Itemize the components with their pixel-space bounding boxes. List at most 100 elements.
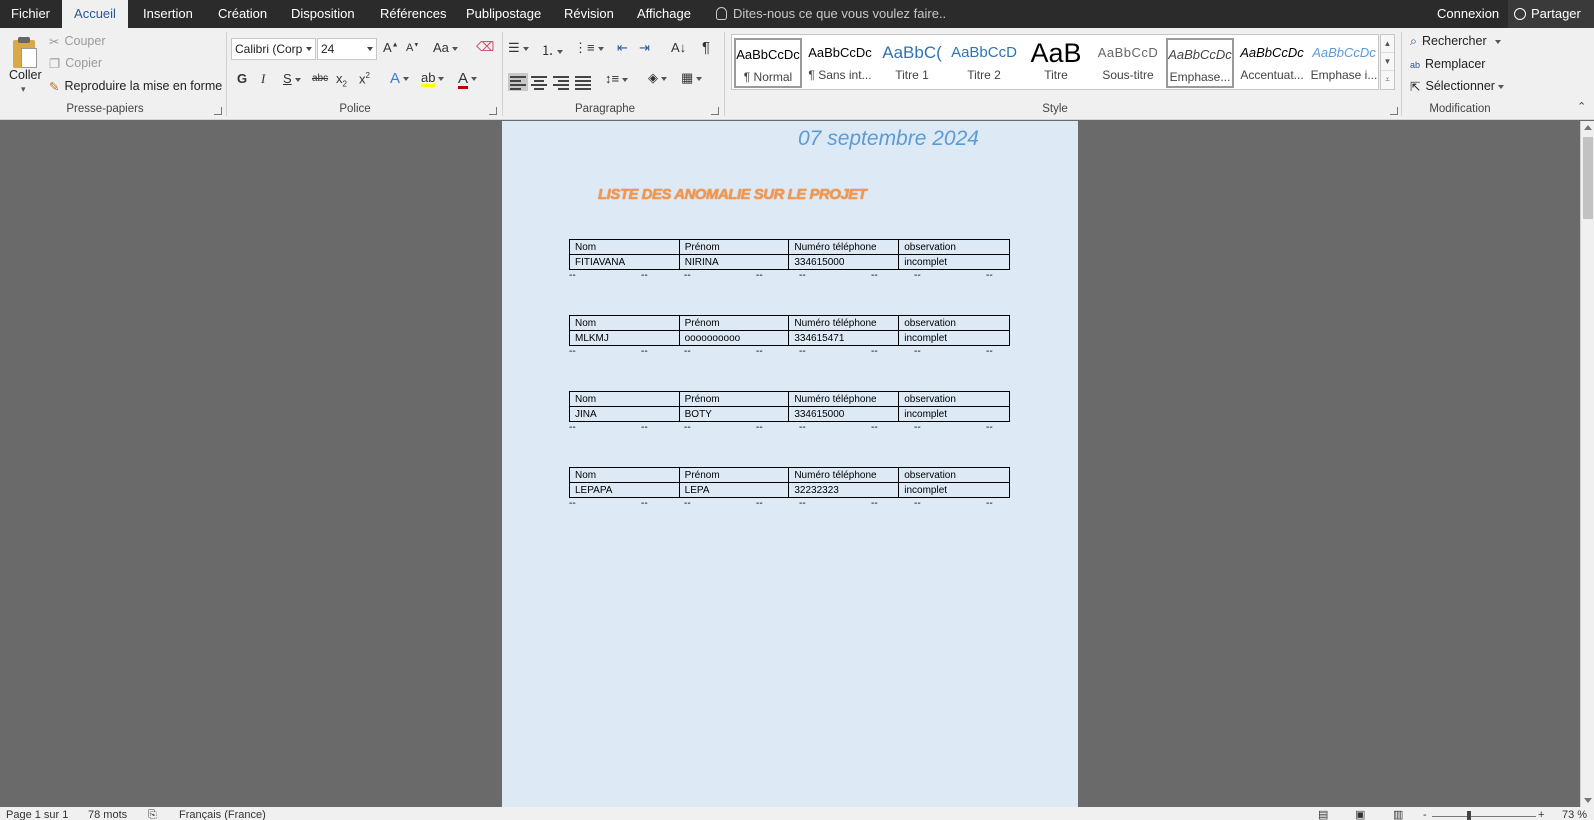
bold-button[interactable]: G	[237, 71, 247, 86]
change-case-button[interactable]: Aa	[433, 40, 458, 55]
table-cell[interactable]: incomplet	[898, 482, 1010, 498]
clear-format-button[interactable]: ⌫	[476, 39, 494, 55]
zoom-level[interactable]: 73 %	[1562, 807, 1587, 820]
zoom-out-button[interactable]: -	[1423, 807, 1427, 820]
scroll-down-icon[interactable]	[1584, 798, 1592, 803]
align-right-icon[interactable]	[553, 75, 569, 90]
table-header-cell[interactable]: Prénom	[678, 315, 790, 331]
style-normal[interactable]: AaBbCcDc ¶ Normal	[734, 38, 802, 88]
sign-in-link[interactable]: Connexion	[1437, 0, 1499, 28]
zoom-slider-track[interactable]	[1432, 816, 1536, 817]
table-header-cell[interactable]: Prénom	[678, 467, 790, 483]
font-family-select[interactable]: Calibri (Corp	[231, 38, 316, 60]
style-subtitle[interactable]: AaBbCcD Sous-titre	[1094, 38, 1162, 88]
underline-button[interactable]: S	[283, 71, 301, 86]
table-cell[interactable]: 334615000	[788, 406, 900, 422]
web-layout-icon[interactable]: ▥	[1393, 807, 1403, 820]
paragraph-launcher-icon[interactable]	[711, 107, 719, 115]
tab-references[interactable]: Références	[380, 0, 446, 28]
page-count[interactable]: Page 1 sur 1	[6, 807, 68, 820]
table-header-cell[interactable]: Numéro téléphone	[788, 239, 900, 255]
scroll-up-icon[interactable]	[1584, 125, 1592, 130]
share-button[interactable]: Partager	[1508, 0, 1594, 28]
table-cell[interactable]: FITIAVANA	[569, 254, 680, 270]
table-cell[interactable]: incomplet	[898, 254, 1010, 270]
shrink-font-button[interactable]: A▼	[406, 42, 419, 54]
numbering-button[interactable]: ⒈	[541, 40, 564, 59]
style-heading-2[interactable]: AaBbCcD Titre 2	[950, 38, 1018, 88]
table-header-cell[interactable]: Nom	[569, 467, 680, 483]
scroll-thumb[interactable]	[1583, 137, 1593, 219]
proofing-icon[interactable]: ⎘	[148, 807, 157, 820]
line-spacing-button[interactable]: ↕≡	[605, 71, 629, 86]
style-emphasis[interactable]: AaBbCcDc Accentuat...	[1238, 38, 1306, 88]
table-cell[interactable]: LEPA	[678, 482, 790, 498]
tab-fichier[interactable]: Fichier	[11, 0, 50, 28]
anomaly-table[interactable]: Nom Prénom Numéro téléphone observation LEPA…	[569, 467, 1010, 498]
chevron-down-icon[interactable]: ▼	[1381, 53, 1394, 71]
decrease-indent-button[interactable]: ⇤	[617, 40, 628, 56]
style-no-spacing[interactable]: AaBbCcDc ¶ Sans int...	[806, 38, 874, 88]
style-heading-1[interactable]: AaBbC( Titre 1	[878, 38, 946, 88]
table-cell[interactable]: LEPAPA	[569, 482, 680, 498]
styles-launcher-icon[interactable]	[1390, 107, 1398, 115]
tab-revision[interactable]: Révision	[564, 0, 614, 28]
print-layout-icon[interactable]: ▣	[1355, 807, 1365, 820]
style-title[interactable]: AaB Titre	[1022, 38, 1090, 88]
table-header-cell[interactable]: Numéro téléphone	[788, 391, 900, 407]
clipboard-launcher-icon[interactable]	[214, 107, 222, 115]
shading-button[interactable]: ◈	[648, 70, 667, 86]
vertical-scrollbar[interactable]	[1580, 121, 1594, 807]
table-cell[interactable]: JINA	[569, 406, 680, 422]
select-button[interactable]: ⇱ Sélectionner	[1410, 79, 1504, 94]
table-header-cell[interactable]: Nom	[569, 315, 680, 331]
tab-affichage[interactable]: Affichage	[637, 0, 691, 28]
zoom-in-button[interactable]: +	[1538, 807, 1544, 820]
anomaly-table[interactable]: Nom Prénom Numéro téléphone observation FITI…	[569, 239, 1010, 270]
table-cell[interactable]: 334615471	[788, 330, 900, 346]
multilevel-list-button[interactable]: ⋮≡	[574, 40, 604, 56]
tab-creation[interactable]: Création	[218, 0, 267, 28]
format-painter-button[interactable]: ✎ Reproduire la mise en forme	[49, 79, 222, 94]
table-cell[interactable]: incomplet	[898, 406, 1010, 422]
table-cell[interactable]: MLKMJ	[569, 330, 680, 346]
tab-publipostage[interactable]: Publipostage	[466, 0, 541, 28]
styles-gallery-scroll[interactable]: ▲ ▼ ⩡	[1380, 34, 1395, 90]
table-header-cell[interactable]: Numéro téléphone	[788, 315, 900, 331]
table-header-cell[interactable]: observation	[898, 391, 1010, 407]
bullets-button[interactable]: ☰	[508, 40, 529, 56]
increase-indent-button[interactable]: ⇥	[639, 40, 650, 56]
table-header-cell[interactable]: Prénom	[678, 391, 790, 407]
subscript-button[interactable]: x2	[336, 71, 347, 89]
table-cell[interactable]: NIRINA	[678, 254, 790, 270]
justify-icon[interactable]	[575, 75, 591, 90]
copy-button[interactable]: ❐ Copier	[49, 56, 102, 71]
font-size-select[interactable]: 24	[317, 38, 377, 60]
chevron-up-icon[interactable]: ▲	[1381, 35, 1394, 53]
table-header-cell[interactable]: Prénom	[678, 239, 790, 255]
show-marks-button[interactable]: ¶	[702, 39, 710, 56]
align-center-icon[interactable]	[531, 75, 547, 90]
table-cell[interactable]: BOTY	[678, 406, 790, 422]
collapse-ribbon-icon[interactable]: ⌃	[1577, 100, 1586, 113]
grow-font-button[interactable]: A▲	[383, 40, 399, 55]
highlight-button[interactable]: ab	[421, 70, 445, 87]
table-cell[interactable]: oooooooooo	[678, 330, 790, 346]
style-intense-emphasis[interactable]: AaBbCcDc Emphase i...	[1310, 38, 1378, 88]
gallery-expand-icon[interactable]: ⩡	[1381, 71, 1394, 89]
find-button[interactable]: ⌕ Rechercher	[1410, 34, 1501, 49]
document-page[interactable]: 07 septembre 2024 LISTE DES ANOMALIE SUR…	[502, 121, 1078, 807]
paste-icon[interactable]	[11, 36, 39, 68]
table-header-cell[interactable]: Numéro téléphone	[788, 467, 900, 483]
sort-button[interactable]: A↓	[671, 40, 686, 55]
read-mode-icon[interactable]: ▤	[1318, 807, 1328, 820]
paste-dropdown-arrow[interactable]: ▾	[21, 84, 26, 95]
table-header-cell[interactable]: observation	[898, 239, 1010, 255]
word-count[interactable]: 78 mots	[88, 807, 127, 820]
paste-button[interactable]: Coller	[9, 68, 42, 82]
strikethrough-button[interactable]: abc	[312, 73, 328, 84]
borders-button[interactable]: ▦	[681, 70, 703, 86]
table-header-cell[interactable]: observation	[898, 467, 1010, 483]
anomaly-table[interactable]: Nom Prénom Numéro téléphone observation JINA…	[569, 391, 1010, 422]
superscript-button[interactable]: x2	[359, 71, 370, 86]
